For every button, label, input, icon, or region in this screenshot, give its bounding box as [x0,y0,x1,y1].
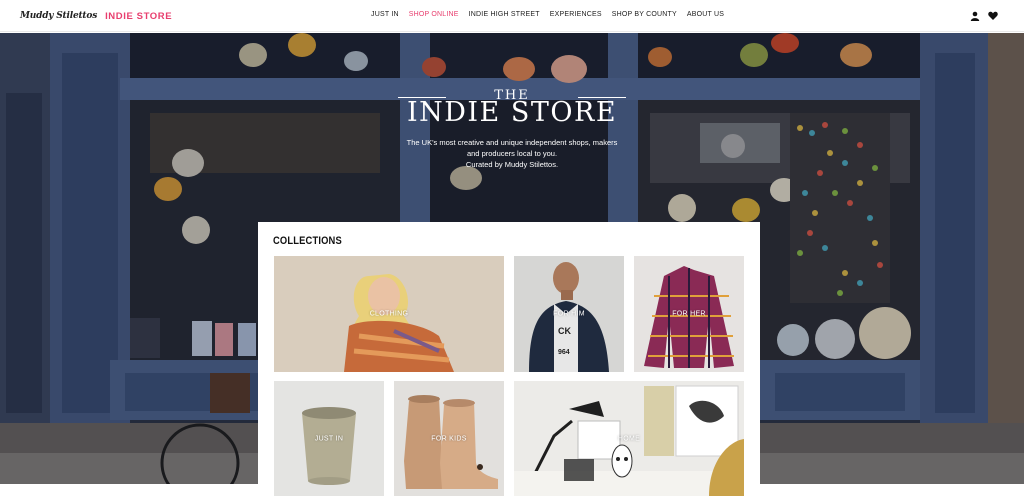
hero-desc-line3: Curated by Muddy Stilettos. [465,160,559,169]
hero-desc-line2: and producers local to you. [466,149,558,158]
nav-about-us[interactable]: ABOUT US [687,11,724,18]
nav-just-in[interactable]: JUST IN [371,11,399,18]
tile-clothing-label: CLOTHING [369,310,409,318]
nav-shop-online[interactable]: SHOP ONLINE [409,11,459,18]
tile-clothing[interactable]: CLOTHING [274,256,504,372]
tile-for-her-label: FOR HER [672,310,706,318]
tile-home[interactable]: HOME [514,381,744,496]
logo-script: Muddy Stilettos [20,11,98,21]
tile-for-her[interactable]: FOR HER [634,256,744,372]
collections-panel: COLLECTIONS CLOTHING CK 964 FOR HIM FOR … [258,222,760,499]
tile-home-label: HOME [617,435,641,442]
site-header: Muddy Stilettos INDIE STORE JUST IN SHOP… [0,0,1024,32]
nav-experiences[interactable]: EXPERIENCES [550,11,602,18]
heart-icon[interactable] [988,11,998,21]
nav-indie-high-street[interactable]: INDIE HIGH STREET [469,11,540,18]
tile-for-kids-label: FOR KIDS [431,435,467,442]
hero-description: The UK's most creative and unique indepe… [392,137,632,170]
main-nav: JUST IN SHOP ONLINE INDIE HIGH STREET EX… [371,11,724,18]
tile-just-in[interactable]: JUST IN [274,381,384,496]
svg-text:964: 964 [558,349,570,356]
collections-title: COLLECTIONS [273,235,342,247]
hero-title-main: INDIE STORE [406,97,618,128]
svg-text:CK: CK [558,326,571,336]
tile-for-him[interactable]: CK 964 FOR HIM [514,256,624,372]
tile-just-in-label: JUST IN [314,435,344,442]
user-icon[interactable] [970,11,980,21]
site-logo[interactable]: Muddy Stilettos INDIE STORE [20,9,172,23]
hero-desc-line1: The UK's most creative and unique indepe… [406,138,618,147]
logo-brand: INDIE STORE [105,10,173,22]
tile-for-him-label: FOR HIM [553,310,585,318]
nav-shop-by-county[interactable]: SHOP BY COUNTY [612,11,677,18]
tile-for-kids[interactable]: FOR KIDS [394,381,504,496]
